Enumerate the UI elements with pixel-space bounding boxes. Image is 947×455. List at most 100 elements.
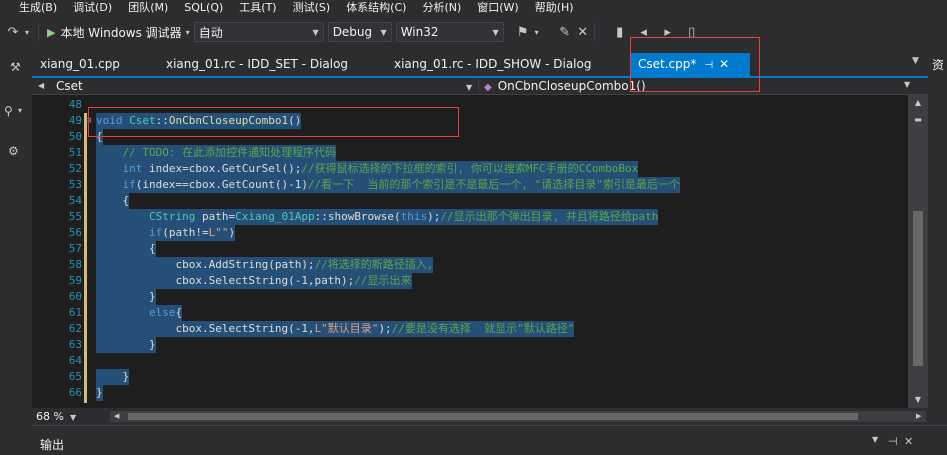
tab-idd-set-dialog[interactable]: xiang_01.rc - IDD_SET - Dialog: [166, 54, 348, 75]
line-number: 62: [68, 322, 82, 335]
token-text: cbox.SelectString(-1,path);: [175, 274, 355, 287]
change-indicator-bar: [84, 113, 87, 403]
line-number: 63: [68, 338, 82, 351]
line-number: 64: [68, 354, 82, 367]
bookmark-icon[interactable]: ▮: [613, 25, 627, 40]
attach-process-icon[interactable]: ⚑: [516, 25, 530, 40]
scroll-left-icon[interactable]: ◀: [114, 411, 119, 422]
menu-help[interactable]: 帮助(H): [527, 0, 582, 16]
toolbar: ↷ ▾ ▶ 本地 Windows 调试器 ▾ 自动 ▼ Debug ▼ Win32 ▼…: [0, 16, 947, 48]
line-number: 49: [68, 114, 82, 127]
dropdown-arrow-icon[interactable]: ▾: [530, 28, 544, 37]
code-line-62: cbox.SelectString(-1,L"默认目录");//要是没有选择 就…: [96, 321, 575, 337]
token-text: path=: [201, 210, 236, 223]
menu-analyze[interactable]: 分析(N): [414, 0, 469, 16]
member-label: OnCbnCloseupCombo1(): [497, 79, 646, 93]
menu-tools[interactable]: 工具(T): [231, 0, 284, 16]
token-comment: //要是没有选择 就显示"默认路径": [391, 322, 575, 335]
code-line-61: else{: [96, 305, 183, 321]
token-keyword: else: [148, 306, 176, 319]
line-number: 55: [68, 210, 82, 223]
solution-config-auto-select[interactable]: 自动 ▼: [193, 22, 324, 42]
line-number: 51: [68, 146, 82, 159]
play-icon: ▶: [47, 25, 56, 39]
output-panel-header: 输出 ▼ ⊣ ✕: [32, 425, 947, 455]
breakpoint-icon[interactable]: ✎: [558, 25, 572, 40]
token-text: );: [378, 322, 392, 335]
redo-icon[interactable]: ↷: [6, 25, 20, 40]
token-comment: //看一下 当前的那个索引是不是最后一个, "请选择目录"索引是最后一个: [307, 178, 680, 191]
editor-horizontal-scrollbar[interactable]: ◀ ▶: [110, 411, 926, 422]
token-keyword: this: [400, 210, 428, 223]
pin-icon[interactable]: ⊣: [888, 435, 898, 448]
zoom-level-select[interactable]: 68 % ▼: [36, 408, 76, 425]
horizontal-scroll-thumb[interactable]: [128, 413, 858, 420]
split-editor-icon[interactable]: ▬: [910, 115, 926, 124]
code-area[interactable]: void Cset::OnCbnCloseupCombo1() { // TOD…: [90, 95, 908, 408]
start-debugger-label: 本地 Windows 调试器: [60, 25, 182, 40]
token-text: cbox.AddString(path);: [175, 258, 315, 271]
close-icon[interactable]: ✕: [904, 435, 913, 448]
line-number: 59: [68, 274, 82, 287]
member-dropdown[interactable]: ◆ OnCbnCloseupCombo1(): [484, 78, 646, 94]
menu-build[interactable]: 生成(B): [0, 0, 65, 16]
editor-status-bar: 68 % ▼ ◀ ▶: [32, 408, 928, 425]
window-position-icon[interactable]: ▼: [872, 435, 878, 444]
search-icon[interactable]: ⚲: [4, 104, 13, 118]
menu-debug[interactable]: 调试(D): [65, 0, 120, 16]
platform-select[interactable]: Win32 ▼: [395, 22, 504, 42]
menu-test[interactable]: 测试(S): [285, 0, 339, 16]
token-class: Cxiang_01App: [235, 210, 315, 223]
tab-idd-show-dialog[interactable]: xiang_01.rc - IDD_SHOW - Dialog: [394, 54, 591, 75]
start-debugger-button[interactable]: ▶ 本地 Windows 调试器 ▾: [43, 21, 194, 43]
line-number: 61: [68, 306, 82, 319]
config-auto-value: 自动: [198, 25, 223, 40]
class-scope-label: Cset: [56, 79, 83, 93]
line-number: 58: [68, 258, 82, 271]
line-number: 48: [68, 98, 82, 111]
chevron-down-icon[interactable]: ▾: [18, 106, 22, 115]
token-string: L"": [208, 226, 229, 239]
right-strip-tab-label[interactable]: 资: [932, 56, 944, 73]
scroll-down-icon[interactable]: ▼: [908, 392, 928, 408]
line-number: 54: [68, 194, 82, 207]
server-explorer-icon[interactable]: ⚙: [8, 144, 19, 158]
chevron-down-icon: ▼: [312, 27, 319, 37]
code-line-57: {: [96, 241, 156, 257]
document-tab-bar: xiang_01.cpp xiang_01.rc - IDD_SET - Dia…: [32, 48, 928, 78]
right-tool-strip: 资: [928, 48, 947, 438]
menu-window[interactable]: 窗口(W): [469, 0, 526, 16]
menu-architecture[interactable]: 体系结构(C): [338, 0, 414, 16]
token-keyword: int: [122, 162, 149, 175]
clear-breakpoints-icon[interactable]: ✕: [576, 25, 590, 40]
menu-bar: 生成(B) 调试(D) 团队(M) SQL(Q) 工具(T) 测试(S) 体系结…: [0, 0, 947, 16]
token-text: index=cbox.GetCurSel();: [149, 162, 302, 175]
nav-divider: [478, 79, 479, 93]
menu-team[interactable]: 团队(M): [120, 0, 176, 16]
start-dropdown-icon[interactable]: ▾: [186, 28, 190, 37]
scroll-thumb[interactable]: [913, 211, 923, 366]
code-line-55: CString path=Cxiang_01App::showBrowse(th…: [96, 209, 659, 225]
scroll-right-icon[interactable]: ▶: [916, 411, 921, 422]
platform-value: Win32: [400, 25, 439, 39]
code-editor[interactable]: 48 49 50 51 52 53 54 55 56 57 58 59 60 6…: [32, 95, 908, 408]
menu-sql[interactable]: SQL(Q): [176, 0, 231, 16]
token-text: (path!=: [162, 226, 209, 239]
toolbar-separator: [38, 23, 39, 41]
chevron-down-icon: ▼: [492, 27, 499, 37]
chevron-down-icon: ▼: [466, 83, 473, 92]
toolbox-icon[interactable]: ⚒: [10, 60, 21, 74]
code-line-66: }: [96, 385, 103, 401]
class-scope-dropdown[interactable]: ◀ Cset ▼: [32, 78, 478, 94]
token-text: ::showBrowse(: [314, 210, 401, 223]
tab-xiang-01-cpp[interactable]: xiang_01.cpp: [40, 54, 120, 75]
dropdown-arrow-icon[interactable]: ▾: [20, 28, 34, 37]
tab-overflow-icon[interactable]: ▼: [912, 56, 919, 66]
chevron-down-icon: ▼: [69, 413, 77, 422]
build-config-select[interactable]: Debug ▼: [327, 22, 392, 42]
scroll-up-icon[interactable]: ▲: [908, 95, 928, 111]
member-dropdown-arrow[interactable]: ▼: [904, 80, 910, 89]
toolbar-separator: [593, 23, 595, 41]
editor-vertical-scrollbar[interactable]: ▲ ▬ ▼: [908, 95, 928, 408]
token-string: L"默认目录": [314, 322, 379, 335]
